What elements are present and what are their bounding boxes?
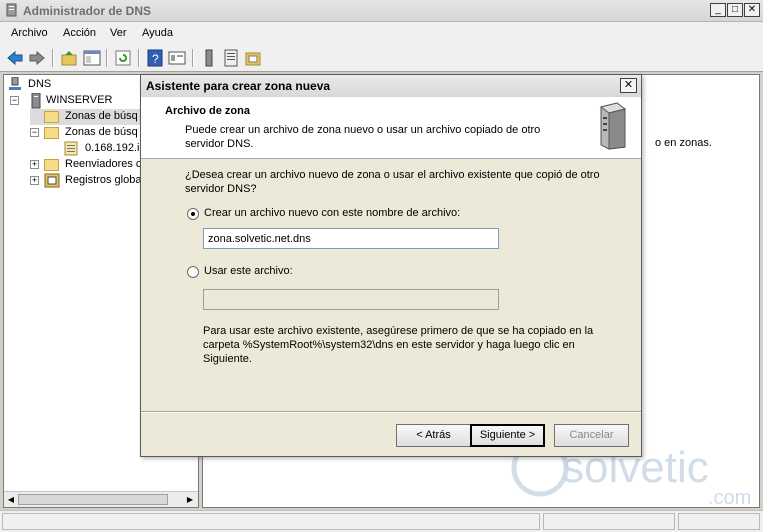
refresh-icon[interactable] — [114, 49, 132, 67]
radio-use-existing-label[interactable]: Usar este archivo: — [204, 265, 293, 277]
tree-label: WINSERVER — [46, 94, 113, 106]
back-button[interactable]: < Atrás — [396, 424, 471, 447]
tree-label: Zonas de búsq — [65, 126, 138, 138]
show-hide-tree-icon[interactable] — [83, 49, 101, 67]
existing-file-note: Para usar este archivo existente, asegúr… — [203, 325, 594, 365]
dns-app-icon — [6, 3, 17, 17]
folder-icon — [44, 111, 59, 123]
cancel-button[interactable]: Cancelar — [554, 424, 629, 447]
tree-label: Reenviadores c — [65, 158, 142, 170]
server-icon — [31, 93, 41, 109]
folder-icon — [44, 127, 59, 139]
toolbar-separator — [192, 49, 194, 67]
details-text: o en zonas. — [655, 137, 712, 149]
scroll-right-icon[interactable]: ▶ — [185, 494, 195, 505]
watermark-suffix: .com — [708, 487, 751, 509]
question-text: ¿Desea crear un archivo nuevo de zona o … — [185, 169, 600, 195]
window-titlebar: Administrador de DNS _ □ ✕ — [0, 0, 763, 22]
header-title: Archivo de zona — [165, 105, 250, 117]
collapse-icon[interactable]: − — [30, 128, 39, 137]
status-bar — [0, 510, 763, 532]
tree-label: DNS — [28, 78, 52, 90]
minimize-button[interactable]: _ — [710, 3, 726, 17]
new-file-name-input[interactable] — [203, 228, 499, 249]
tree-label: Zonas de búsq — [65, 110, 138, 122]
scroll-thumb[interactable] — [18, 494, 168, 505]
toolbar-separator — [52, 49, 54, 67]
menu-archivo[interactable]: Archivo — [11, 27, 48, 39]
existing-file-input[interactable] — [203, 289, 499, 310]
menu-ver[interactable]: Ver — [110, 27, 127, 39]
help-icon[interactable]: ? — [146, 49, 164, 67]
button-separator — [141, 411, 641, 413]
next-button[interactable]: Siguiente > — [470, 424, 545, 447]
menu-accion[interactable]: Acción — [63, 27, 96, 39]
horizontal-scrollbar[interactable]: ◀ ▶ — [4, 491, 198, 507]
dialog-title: Asistente para crear zona nueva — [146, 79, 331, 93]
expand-icon[interactable]: + — [30, 176, 39, 185]
zone-file-icon — [64, 141, 78, 156]
scroll-left-icon[interactable]: ◀ — [6, 494, 16, 505]
maximize-button[interactable]: □ — [727, 3, 743, 17]
radio-use-existing-file[interactable] — [187, 266, 199, 278]
toolbar-separator — [138, 49, 140, 67]
dialog-close-button[interactable]: ✕ — [620, 78, 637, 93]
zone-icon[interactable] — [244, 49, 262, 67]
new-zone-wizard-dialog: Asistente para crear zona nueva ✕ Archiv… — [140, 74, 642, 457]
dns-icon — [9, 77, 21, 90]
forward-arrow-icon[interactable] — [28, 49, 46, 67]
folder-icon — [44, 159, 59, 171]
tree-label: Registros globa — [65, 174, 142, 186]
radio-create-new-file[interactable] — [187, 208, 199, 220]
server-icon[interactable] — [200, 49, 218, 67]
header-description: Puede crear un archivo de zona nuevo o u… — [185, 124, 541, 150]
dialog-body: ¿Desea crear un archivo nuevo de zona o … — [141, 160, 641, 410]
status-cell — [543, 513, 675, 530]
toolbar: ? — [0, 44, 763, 72]
server-tower-icon — [599, 102, 627, 150]
status-cell — [678, 513, 760, 530]
toolbar-separator — [106, 49, 108, 67]
dialog-titlebar: Asistente para crear zona nueva ✕ — [141, 75, 641, 97]
tree-label: 0.168.192.i — [85, 142, 140, 154]
list-icon[interactable] — [222, 49, 240, 67]
dialog-header: Archivo de zona Puede crear un archivo d… — [141, 97, 641, 159]
status-cell — [2, 513, 540, 530]
collapse-icon[interactable]: − — [10, 96, 19, 105]
properties-icon[interactable] — [168, 49, 186, 67]
svg-text:?: ? — [152, 52, 159, 66]
window-title: Administrador de DNS — [23, 4, 152, 18]
back-arrow-icon[interactable] — [6, 49, 24, 67]
expand-icon[interactable]: + — [30, 160, 39, 169]
menu-ayuda[interactable]: Ayuda — [142, 27, 173, 39]
radio-create-new-label[interactable]: Crear un archivo nuevo con este nombre d… — [204, 207, 460, 219]
menu-bar: Archivo Acción Ver Ayuda — [0, 22, 763, 44]
close-button[interactable]: ✕ — [744, 3, 760, 17]
up-folder-icon[interactable] — [60, 49, 78, 67]
event-log-icon — [44, 173, 60, 188]
